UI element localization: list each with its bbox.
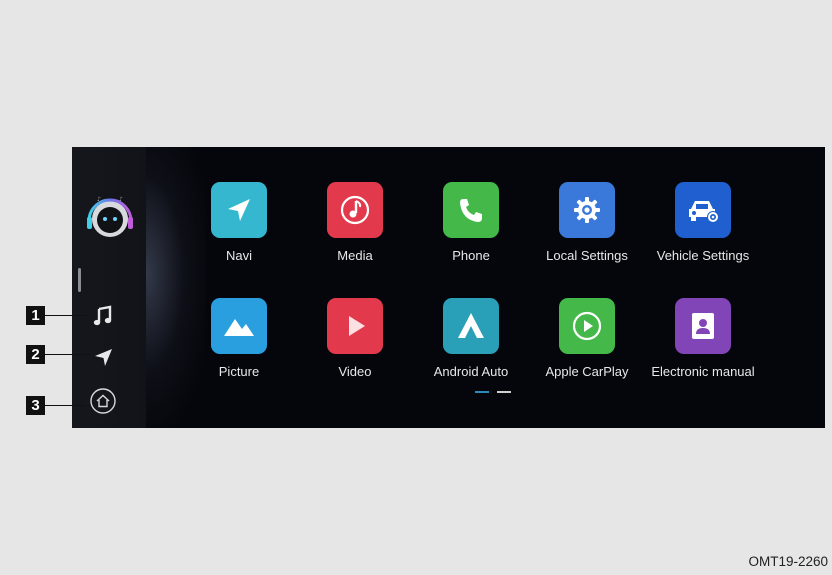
callout-3: 3 <box>26 396 45 415</box>
sidebar-home-button[interactable] <box>86 387 120 415</box>
callout-1: 1 <box>26 306 45 325</box>
page-indicator-active <box>475 391 489 393</box>
app-picture[interactable]: Picture <box>184 298 294 379</box>
sidebar-music-button[interactable] <box>86 302 120 330</box>
app-apple-carplay[interactable]: Apple CarPlay <box>532 298 642 379</box>
assistant-avatar-icon[interactable]: ♪ ♪ <box>83 195 138 239</box>
app-label: Electronic manual <box>651 364 755 379</box>
phone-icon <box>443 182 499 238</box>
sidebar-scroll-handle[interactable] <box>78 268 81 292</box>
svg-text:♪: ♪ <box>97 196 101 203</box>
app-navi[interactable]: Navi <box>184 182 294 263</box>
gear-icon <box>559 182 615 238</box>
app-label: Local Settings <box>546 248 628 263</box>
callout-2: 2 <box>26 345 45 364</box>
callout-1-line <box>45 315 90 316</box>
app-label: Picture <box>218 364 260 379</box>
sidebar: ♪ ♪ <box>72 147 146 428</box>
page-indicator-inactive <box>497 391 511 393</box>
app-media[interactable]: Media <box>300 182 410 263</box>
play-icon <box>327 298 383 354</box>
sidebar-navigation-button[interactable] <box>86 343 120 371</box>
app-label: Android Auto <box>433 364 509 379</box>
music-note-icon <box>327 182 383 238</box>
callout-3-line <box>45 405 85 406</box>
app-label: Media <box>337 248 373 263</box>
manual-person-icon <box>675 298 731 354</box>
music-icon <box>93 305 112 326</box>
app-local-settings[interactable]: Local Settings <box>532 182 642 263</box>
app-label: Navi <box>225 248 252 263</box>
navigation-icon <box>95 349 112 366</box>
carplay-icon <box>559 298 615 354</box>
app-label: Apple CarPlay <box>545 364 629 379</box>
app-android-auto[interactable]: Android Auto <box>416 298 526 379</box>
head-unit-screen: ♪ ♪ Navi Media Phone Local Settings Vehicle <box>72 147 825 428</box>
app-phone[interactable]: Phone <box>416 182 526 263</box>
app-vehicle-settings[interactable]: Vehicle Settings <box>648 182 758 263</box>
car-settings-icon <box>675 182 731 238</box>
callout-2-line <box>45 354 90 355</box>
app-label: Phone <box>452 248 490 263</box>
figure-caption: OMT19-2260 <box>748 554 828 569</box>
svg-text:♪: ♪ <box>119 196 123 203</box>
home-icon <box>90 388 116 414</box>
app-electronic-manual[interactable]: Electronic manual <box>648 298 758 379</box>
navigation-arrow-icon <box>211 182 267 238</box>
app-label: Video <box>338 364 372 379</box>
app-video[interactable]: Video <box>300 298 410 379</box>
android-auto-icon <box>443 298 499 354</box>
app-label: Vehicle Settings <box>656 248 750 263</box>
mountain-picture-icon <box>211 298 267 354</box>
